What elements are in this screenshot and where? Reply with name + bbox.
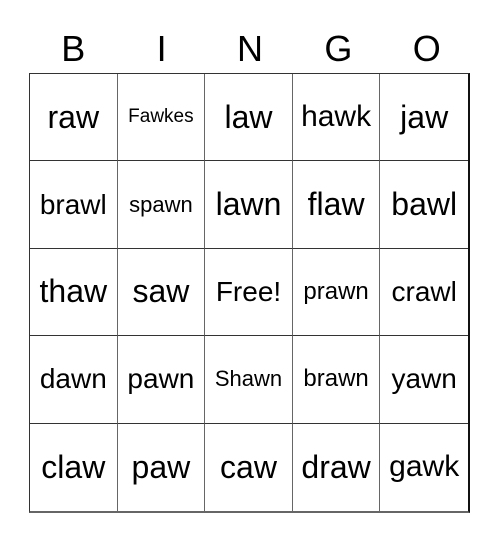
bingo-cell[interactable]: yawn [380, 336, 468, 424]
bingo-cell[interactable]: jaw [380, 74, 468, 162]
bingo-cell[interactable]: raw [30, 74, 118, 162]
bingo-cell[interactable]: Shawn [205, 336, 293, 424]
bingo-cell[interactable]: thaw [30, 248, 118, 337]
bingo-cell[interactable]: hawk [292, 74, 381, 162]
bingo-cell[interactable]: prawn [292, 248, 381, 337]
header-letter-b: B [61, 28, 86, 69]
bingo-grid: raw Fawkes law hawk jaw brawl spawn lawn… [29, 73, 470, 513]
bingo-cell[interactable]: bawl [380, 161, 468, 249]
bingo-cell[interactable]: brawl [30, 161, 118, 249]
bingo-cell[interactable]: lawn [205, 161, 293, 249]
bingo-cell[interactable]: claw [30, 423, 118, 511]
bingo-cell[interactable]: paw [118, 423, 206, 511]
header-letter-o: O [412, 28, 441, 69]
header-letter-i: I [156, 28, 167, 69]
bingo-cell[interactable]: crawl [380, 249, 468, 337]
header-letter-n: N [236, 28, 263, 69]
bingo-cell[interactable]: pawn [117, 336, 206, 424]
bingo-cell[interactable]: brawn [292, 336, 381, 424]
bingo-header: B I N G O [29, 26, 471, 72]
bingo-cell[interactable]: dawn [30, 336, 118, 424]
bingo-cell[interactable]: spawn [117, 161, 206, 249]
free-space-cell[interactable]: Free! [205, 248, 293, 337]
bingo-cell[interactable]: law [205, 74, 293, 162]
bingo-cell[interactable]: Fawkes [117, 74, 206, 162]
bingo-cell[interactable]: gawk [380, 424, 468, 511]
header-letter-g: G [324, 28, 353, 69]
bingo-cell[interactable]: saw [117, 248, 206, 337]
bingo-cell[interactable]: draw [293, 423, 381, 511]
bingo-cell[interactable]: caw [205, 423, 293, 511]
bingo-cell[interactable]: flaw [292, 161, 381, 249]
